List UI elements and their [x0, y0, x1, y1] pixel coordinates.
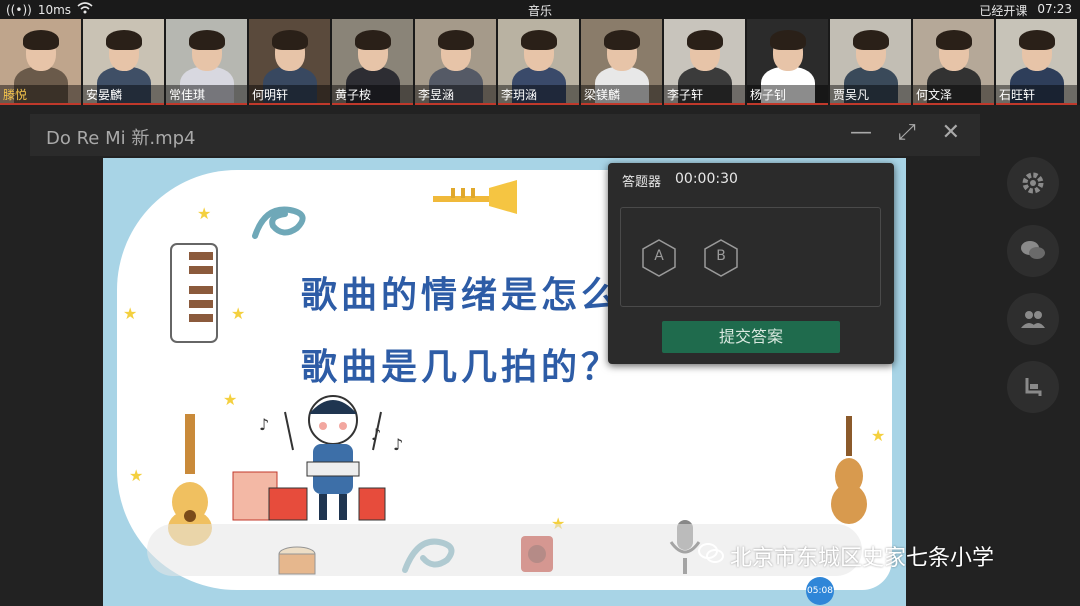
participant-hair [521, 30, 557, 50]
video-window-titlebar: Do Re Mi 新.mp4 — ⤢ ✕ [30, 114, 980, 156]
answer-panel: 答题器 00:00:30 A B 提交答案 [608, 163, 894, 364]
participant-name: 梁镁麟 [581, 85, 662, 103]
participant-hair [189, 30, 225, 50]
participant-name: 李子轩 [664, 85, 745, 103]
participant-hair [853, 30, 889, 50]
participant-name: 黄子桉 [332, 85, 413, 103]
participant-name: 石旺轩 [996, 85, 1077, 103]
seat-icon [1025, 378, 1042, 396]
participant-tile[interactable]: 何文泽 [913, 19, 994, 105]
participant-name: 何明轩 [249, 85, 330, 103]
participant-hair [355, 30, 391, 50]
watermark: 北京市东城区史家七条小学 [698, 540, 994, 572]
participant-tile[interactable]: 李玥涵 [498, 19, 579, 105]
slide-question-1: 歌曲的情绪是怎么 [301, 274, 622, 316]
participant-tile[interactable]: 黄子桉 [332, 19, 413, 105]
participant-strip: 滕悦 安晏麟 常佳琪 何明轩 黄子桉 李昱涵 李玥涵 梁镁麟 李子轩 杨子钊 贾吴凡 何文泽 石旺轩 [0, 19, 1080, 105]
participant-tile[interactable]: 梁镁麟 [581, 19, 662, 105]
participant-name: 常佳琪 [166, 85, 247, 103]
status-bar: ((•)) 10ms 音乐 已经开课 07:23 [0, 0, 1080, 19]
fullscreen-button[interactable]: ⤢ [898, 120, 916, 145]
participant-hair [687, 30, 723, 50]
video-window-title: Do Re Mi 新.mp4 [46, 128, 196, 149]
participant-tile[interactable]: 贾吴凡 [830, 19, 911, 105]
watermark-text: 北京市东城区史家七条小学 [730, 546, 995, 571]
participant-name: 杨子钊 [747, 85, 828, 103]
answer-panel-title: 答题器 [622, 175, 662, 190]
participant-hair [770, 30, 806, 50]
members-button[interactable] [1007, 293, 1059, 345]
settings-button[interactable] [1007, 157, 1059, 209]
chat-icon [1021, 241, 1045, 259]
participant-tile[interactable]: 李昱涵 [415, 19, 496, 105]
star-icon: ★ [197, 204, 212, 223]
submit-answer-button[interactable]: 提交答案 [662, 321, 840, 353]
app-title: 音乐 [527, 4, 552, 18]
participant-tile[interactable]: 何明轩 [249, 19, 330, 105]
participant-tile[interactable]: 李子轩 [664, 19, 745, 105]
minimize-button[interactable]: — [850, 120, 872, 145]
participant-hair [1019, 30, 1055, 50]
svg-text:♪: ♪ [259, 415, 269, 434]
svg-text:♪: ♪ [393, 435, 403, 454]
participant-hair [604, 30, 640, 50]
participant-name: 李昱涵 [415, 85, 496, 103]
elapsed-label: 已经开课 [979, 4, 1028, 18]
participant-name: 李玥涵 [498, 85, 579, 103]
answer-options-box: A B [620, 207, 881, 307]
violin-icon [831, 416, 867, 524]
participant-tile[interactable]: 常佳琪 [166, 19, 247, 105]
participant-hair [936, 30, 972, 50]
clock-text: 07:23 [1037, 2, 1072, 16]
participant-name: 何文泽 [913, 85, 994, 103]
participant-hair [438, 30, 474, 50]
option-a-button[interactable]: A [641, 238, 677, 278]
chat-button[interactable] [1007, 225, 1059, 277]
option-b-button[interactable]: B [703, 238, 739, 278]
participant-tile[interactable]: 滕悦 [0, 19, 81, 105]
playback-time: 05:08 [806, 577, 834, 605]
star-icon: ★ [123, 304, 138, 323]
answer-timer: 00:00:30 [675, 171, 738, 187]
piano-icon [170, 243, 218, 343]
participant-tile[interactable]: 杨子钊 [747, 19, 828, 105]
gear-icon [1022, 172, 1044, 194]
participant-name: 贾吴凡 [830, 85, 911, 103]
star-icon: ★ [231, 304, 246, 323]
treble-clef-icon [252, 206, 306, 239]
raise-hand-button[interactable] [1007, 361, 1059, 413]
close-button[interactable]: ✕ [942, 120, 960, 145]
wechat-icon [698, 542, 724, 570]
slide-question-2: 歌曲是几几拍的？ [301, 346, 622, 388]
participant-name: 安晏麟 [83, 85, 164, 103]
star-icon: ★ [129, 466, 144, 485]
conductor-illustration: ♪ ♪ ♪ [232, 395, 403, 521]
star-icon: ★ [871, 426, 886, 445]
users-icon [1021, 311, 1045, 328]
participant-tile[interactable]: 石旺轩 [996, 19, 1077, 105]
participant-hair [272, 30, 308, 50]
participant-tile[interactable]: 安晏麟 [83, 19, 164, 105]
participant-hair [23, 30, 59, 50]
trumpet-icon [433, 180, 517, 214]
participant-name: 滕悦 [0, 85, 81, 103]
participant-hair [106, 30, 142, 50]
svg-text:♪: ♪ [371, 425, 381, 444]
